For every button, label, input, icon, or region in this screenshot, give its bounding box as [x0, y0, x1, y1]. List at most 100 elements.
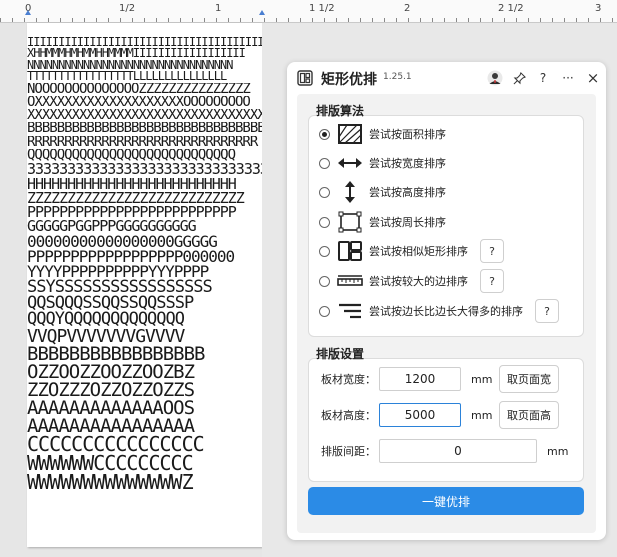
algorithm-group-title: 排版算法: [316, 104, 365, 118]
algorithm-option-label: 尝试按相似矩形排序: [369, 245, 468, 258]
sheet-height-row: 板材高度： 5000 mm 取页面高: [321, 401, 559, 429]
glyph-row: PPPPPPPPPPPPPPPPPP000000: [27, 248, 235, 264]
glyph-row: IIIIIIIIIIIIIIIIIIIIIIIIIIIIIIIIIIIIIII: [27, 37, 262, 49]
user-avatar-icon[interactable]: [485, 68, 505, 88]
ruler-tick: [156, 18, 157, 22]
algorithm-option-label: 尝试按面积排序: [369, 128, 446, 141]
algorithm-option[interactable]: 尝试按相似矩形排序?: [319, 239, 504, 263]
ruler-tick: [456, 18, 457, 22]
ruler-margin-marker[interactable]: [259, 10, 265, 15]
algorithm-radio[interactable]: [319, 157, 330, 169]
glyph-row: BBBBBBBBBBBBBBBBB: [27, 344, 205, 363]
sheet-width-input[interactable]: 1200: [379, 367, 461, 391]
ruler-tick: [240, 18, 241, 22]
algorithm-option[interactable]: 尝试按高度排序: [319, 180, 446, 204]
glyph-row: RRRRRRRRRRRRRRRRRRRRRRRRRRRRRRR: [27, 135, 258, 150]
ruler-label: 2: [404, 3, 411, 14]
ruler-tick: [540, 18, 541, 22]
settings-group-title: 排版设置: [316, 347, 365, 361]
ruler-tick: [372, 18, 373, 22]
layout-grid-icon: [297, 70, 313, 86]
height-arrow-icon: [337, 180, 363, 204]
ruler-tick: [168, 18, 169, 22]
ruler-tick: [576, 18, 577, 22]
ruler-tick: [84, 18, 85, 22]
glyph-row: WWWWWWWWWWWWWWZ: [27, 472, 194, 492]
ruler-tick: [516, 18, 517, 22]
more-icon[interactable]: ···: [558, 68, 578, 88]
spacing-input[interactable]: 0: [379, 439, 537, 463]
get-page-width-button[interactable]: 取页面宽: [499, 365, 559, 393]
ruler-tick: [72, 18, 73, 22]
algorithm-radio[interactable]: [319, 128, 330, 140]
ruler-tick: [300, 18, 301, 22]
glyph-row: OXXXXXXXXXXXXXXXXXXXXOOOOOOOOO: [27, 95, 251, 110]
ruler-tick: [288, 18, 289, 22]
glyph-row: GGGGGPGGPPPGGGGGGGGGG: [27, 219, 197, 234]
ruler-tick: [384, 18, 385, 22]
document-page[interactable]: IIIIIIIIIIIIIIIIIIIIIIIIIIIIIIIIIIIIIII X…: [27, 23, 262, 547]
glyph-grid: IIIIIIIIIIIIIIIIIIIIIIIIIIIIIIIIIIIIIII X…: [27, 37, 262, 492]
glyph-row: BBBBBBBBBBBBBBBBBBBBBBBBBBBBBBBB: [27, 122, 262, 136]
ruler-tick: [24, 18, 25, 22]
algorithm-option[interactable]: 尝试按周长排序: [319, 210, 446, 234]
ruler-tick: [588, 18, 589, 22]
workspace-margin: [0, 23, 27, 557]
ruler-tick: [432, 18, 433, 22]
algorithm-option[interactable]: 尝试按面积排序: [319, 122, 446, 146]
algorithm-option-label: 尝试按周长排序: [369, 216, 446, 229]
ruler-tick: [444, 18, 445, 22]
algorithm-option[interactable]: 尝试按宽度排序: [319, 151, 446, 175]
ruler-tick: [228, 18, 229, 22]
algorithm-option[interactable]: 尝试按边长比边长大得多的排序?: [319, 299, 559, 323]
get-page-height-button[interactable]: 取页面高: [499, 401, 559, 429]
algorithm-radio[interactable]: [319, 216, 330, 228]
ruler-tick: [96, 18, 97, 22]
algorithm-group: 排版算法 尝试按面积排序 尝试按宽度排序尝试按高度排序尝试按周长排序尝试按相似矩形…: [308, 104, 584, 337]
option-help-button[interactable]: ?: [480, 239, 504, 263]
ruler-tick: [252, 18, 253, 22]
algorithm-radio[interactable]: [319, 275, 330, 287]
glyph-row: QQSQQQSSQQSSQQSSSP: [27, 295, 194, 312]
option-help-button[interactable]: ?: [535, 299, 559, 323]
area-icon: [337, 122, 363, 146]
algorithm-option-label: 尝试按宽度排序: [369, 157, 446, 170]
ruler-margin-marker[interactable]: [25, 10, 31, 15]
similar-rect-icon: [337, 239, 363, 263]
pin-icon[interactable]: [509, 68, 529, 88]
ruler-tick: [324, 18, 325, 22]
sheet-width-row: 板材宽度： 1200 mm 取页面宽: [321, 365, 559, 393]
close-icon[interactable]: ×: [583, 68, 603, 88]
ruler-tick: [552, 18, 553, 22]
ruler-tick: [564, 18, 565, 22]
glyph-row: WWWWWWCCCCCCCCC: [27, 453, 194, 473]
ruler-tick: [468, 18, 469, 22]
panel-titlebar[interactable]: 矩形优排 1.25.1 ? ··· ×: [287, 62, 606, 94]
glyph-row: PPPPPPPPPPPPPPPPPPPPPPPPPP: [27, 205, 237, 220]
width-arrow-icon: [337, 151, 363, 175]
glyph-row: OZZOOZZOOZZOOZBZ: [27, 362, 195, 381]
option-help-button[interactable]: ?: [480, 269, 504, 293]
one-click-nest-button[interactable]: 一键优排: [308, 487, 584, 515]
glyph-row: NOOOOOOOOOOOOOOZZZZZZZZZZZZZZZ: [27, 82, 251, 96]
glyph-row: XHHMMMHMHMMHHMMMMIIIIIIIIIIIIIIIIII: [27, 48, 246, 60]
glyph-row: 00000000000000000GGGGG: [27, 233, 218, 249]
sheet-height-input[interactable]: 5000: [379, 403, 461, 427]
spacing-unit: mm: [547, 444, 569, 458]
ruler-tick: [264, 18, 265, 22]
ruler-tick: [396, 18, 397, 22]
horizontal-ruler[interactable]: 0 1/2 1 1 1/2 2 2 1/2 3: [0, 0, 617, 23]
glyph-row: ZZOZZZOZZOZZOZZS: [27, 380, 195, 399]
sheet-width-label: 板材宽度：: [321, 373, 376, 386]
algorithm-radio[interactable]: [319, 186, 330, 198]
algorithm-option[interactable]: 尝试按较大的边排序?: [319, 269, 504, 293]
ruler-tick: [144, 18, 145, 22]
side-ratio-icon: [337, 299, 363, 323]
algorithm-radio[interactable]: [319, 245, 330, 257]
ruler-label: 1/2: [119, 3, 136, 14]
glyph-row: HHHHHHHHHHHHHHHHHHHHHHHHHH: [27, 176, 237, 191]
help-icon[interactable]: ?: [533, 68, 553, 88]
ruler-tick: [504, 18, 505, 22]
ruler-tick: [180, 18, 181, 22]
algorithm-radio[interactable]: [319, 305, 330, 317]
